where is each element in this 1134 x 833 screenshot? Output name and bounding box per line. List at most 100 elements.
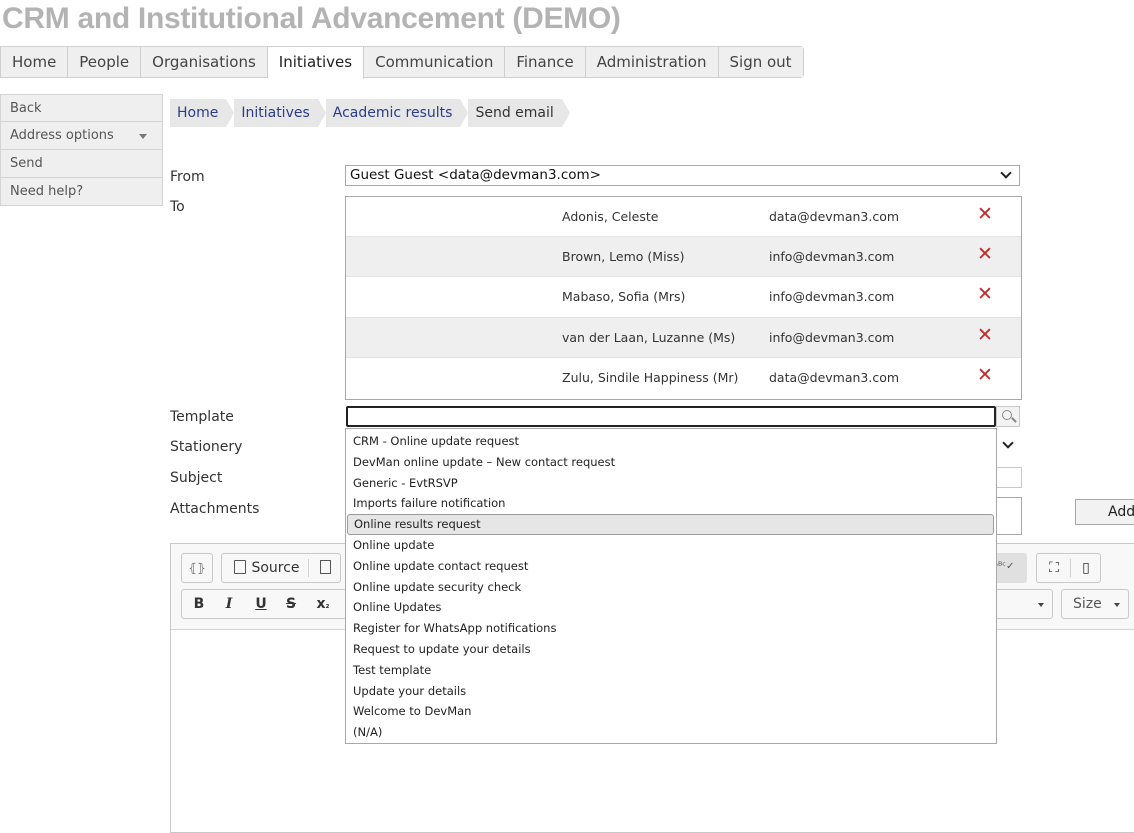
back-button-label: Back (10, 101, 42, 116)
address-options-button[interactable]: Address options (0, 122, 163, 150)
caret-down-icon (1038, 603, 1044, 607)
recipient-name: van der Laan, Luzanne (Ms) (562, 329, 736, 345)
recipient-email: data@devman3.com (769, 369, 900, 385)
template-option[interactable]: Request to update your details (346, 639, 996, 660)
maximize-icon[interactable]: ⛶ (1041, 554, 1067, 582)
toolbar-group-basicstyles: B I U S x₂ (181, 589, 347, 619)
need-help-button[interactable]: Need help? (0, 178, 163, 206)
size-select[interactable]: Size (1061, 589, 1129, 619)
stationery-select[interactable] (996, 437, 1020, 457)
remove-recipient-icon[interactable]: ✕ (977, 285, 993, 304)
template-option[interactable]: (N/A) (346, 722, 996, 743)
template-input[interactable] (346, 406, 996, 427)
stationery-label: Stationery (170, 439, 243, 455)
nav-tab-home[interactable]: Home (1, 47, 69, 77)
toolbar-separator (1070, 559, 1071, 577)
toolbar-separator (308, 559, 309, 577)
recipient-name: Mabaso, Sofia (Mrs) (562, 289, 686, 305)
chevron-down-icon (1002, 437, 1014, 449)
show-blocks-icon[interactable]: ▯ (1073, 554, 1099, 582)
toolbar-group-fields: ⦃⦄ (181, 553, 213, 583)
breadcrumb-academic-results[interactable]: Academic results (325, 99, 469, 127)
nav-tab-sign-out[interactable]: Sign out (718, 47, 803, 77)
nav-tab-organisations[interactable]: Organisations (141, 47, 268, 77)
toolbar-group-source: Source (221, 553, 341, 583)
need-help-label: Need help? (10, 184, 84, 199)
strikethrough-icon[interactable]: S (278, 590, 304, 618)
template-option[interactable]: Online update security check (346, 577, 996, 598)
recipient-email: data@devman3.com (769, 209, 900, 224)
send-button[interactable]: Send (0, 150, 163, 178)
remove-recipient-icon[interactable]: ✕ (977, 365, 993, 385)
side-menu: Back Address options Send Need help? (0, 94, 163, 206)
remove-recipient-icon[interactable]: ✕ (977, 205, 993, 224)
template-option[interactable]: Welcome to DevMan (346, 701, 996, 722)
chevron-down-icon (1000, 167, 1012, 179)
caret-down-icon (139, 134, 147, 139)
underline-icon[interactable]: U (248, 590, 274, 618)
recipient-row: Zulu, Sindile Happiness (Mr) data@devman… (346, 358, 1021, 398)
back-button[interactable]: Back (0, 94, 163, 122)
size-select-label: Size (1073, 596, 1102, 612)
from-select-value: Guest Guest <data@devman3.com> (350, 167, 601, 183)
template-option[interactable]: Test template (346, 660, 996, 681)
breadcrumb-send-email: Send email (468, 99, 571, 127)
search-icon-handle (1011, 417, 1017, 423)
recipient-row: van der Laan, Luzanne (Ms) info@devman3.… (346, 317, 1021, 358)
bold-icon[interactable]: B (186, 590, 212, 618)
add-attachment-button[interactable]: Add (1075, 499, 1134, 525)
recipients-list: Adonis, Celeste data@devman3.com ✕ Brown… (345, 196, 1022, 400)
to-label: To (170, 199, 185, 215)
subscript-icon[interactable]: x₂ (308, 590, 338, 618)
template-option[interactable]: CRM - Online update request (346, 431, 996, 452)
nav-tab-finance[interactable]: Finance (505, 47, 586, 77)
remove-recipient-icon[interactable]: ✕ (977, 245, 993, 264)
template-option[interactable]: Imports failure notification (346, 493, 996, 514)
nav-tab-communication[interactable]: Communication (364, 47, 506, 77)
recipient-name: Adonis, Celeste (562, 209, 659, 224)
recipient-name: Brown, Lemo (Miss) (562, 249, 685, 265)
attachments-label: Attachments (170, 501, 260, 517)
nav-tab-initiatives[interactable]: Initiatives (267, 47, 365, 79)
app-title: CRM and Institutional Advancement (DEMO) (2, 2, 621, 35)
source-icon (234, 560, 247, 574)
recipient-row: Brown, Lemo (Miss) info@devman3.com ✕ (346, 237, 1021, 278)
template-label: Template (170, 409, 234, 425)
template-dropdown: CRM - Online update request DevMan onlin… (345, 428, 997, 744)
address-options-label: Address options (10, 128, 114, 143)
placeholder-fields-icon[interactable]: ⦃⦄ (182, 554, 212, 582)
source-button-label: Source (251, 560, 300, 576)
recipient-email: info@devman3.com (769, 249, 895, 265)
recipient-row: Adonis, Celeste data@devman3.com ✕ (346, 197, 1021, 238)
toolbar-group-tools: ⛶ ▯ (1036, 553, 1101, 583)
attachments-box (996, 497, 1022, 535)
from-label: From (170, 169, 205, 185)
from-select[interactable]: Guest Guest <data@devman3.com> (345, 165, 1020, 186)
document-icon[interactable] (312, 554, 338, 582)
nav-tab-administration[interactable]: Administration (585, 47, 719, 77)
template-option-highlighted[interactable]: Online results request (347, 514, 994, 535)
breadcrumb-home[interactable]: Home (170, 99, 235, 127)
remove-recipient-icon[interactable]: ✕ (977, 325, 993, 345)
send-button-label: Send (10, 156, 43, 171)
template-option[interactable]: Online Updates (346, 597, 996, 618)
recipient-row: Mabaso, Sofia (Mrs) info@devman3.com ✕ (346, 277, 1021, 318)
subject-label: Subject (170, 470, 223, 486)
template-search-button[interactable] (996, 406, 1020, 427)
document-icon-shape (319, 560, 331, 574)
template-option[interactable]: Generic - EvtRSVP (346, 473, 996, 494)
breadcrumb: Home Initiatives Academic results Send e… (170, 99, 571, 127)
template-option[interactable]: Online update contact request (346, 556, 996, 577)
main-nav: Home People Organisations Initiatives Co… (0, 46, 804, 79)
recipient-email: info@devman3.com (769, 289, 895, 305)
template-option[interactable]: DevMan online update – New contact reque… (346, 452, 996, 473)
template-option[interactable]: Online update (346, 535, 996, 556)
nav-tab-people[interactable]: People (68, 47, 142, 77)
italic-icon[interactable]: I (216, 590, 242, 618)
source-button[interactable]: Source (226, 554, 308, 582)
template-option[interactable]: Register for WhatsApp notifications (346, 618, 996, 639)
caret-down-icon (1114, 603, 1120, 607)
breadcrumb-initiatives[interactable]: Initiatives (234, 99, 327, 127)
template-option[interactable]: Update your details (346, 681, 996, 702)
subject-input[interactable] (996, 467, 1022, 488)
